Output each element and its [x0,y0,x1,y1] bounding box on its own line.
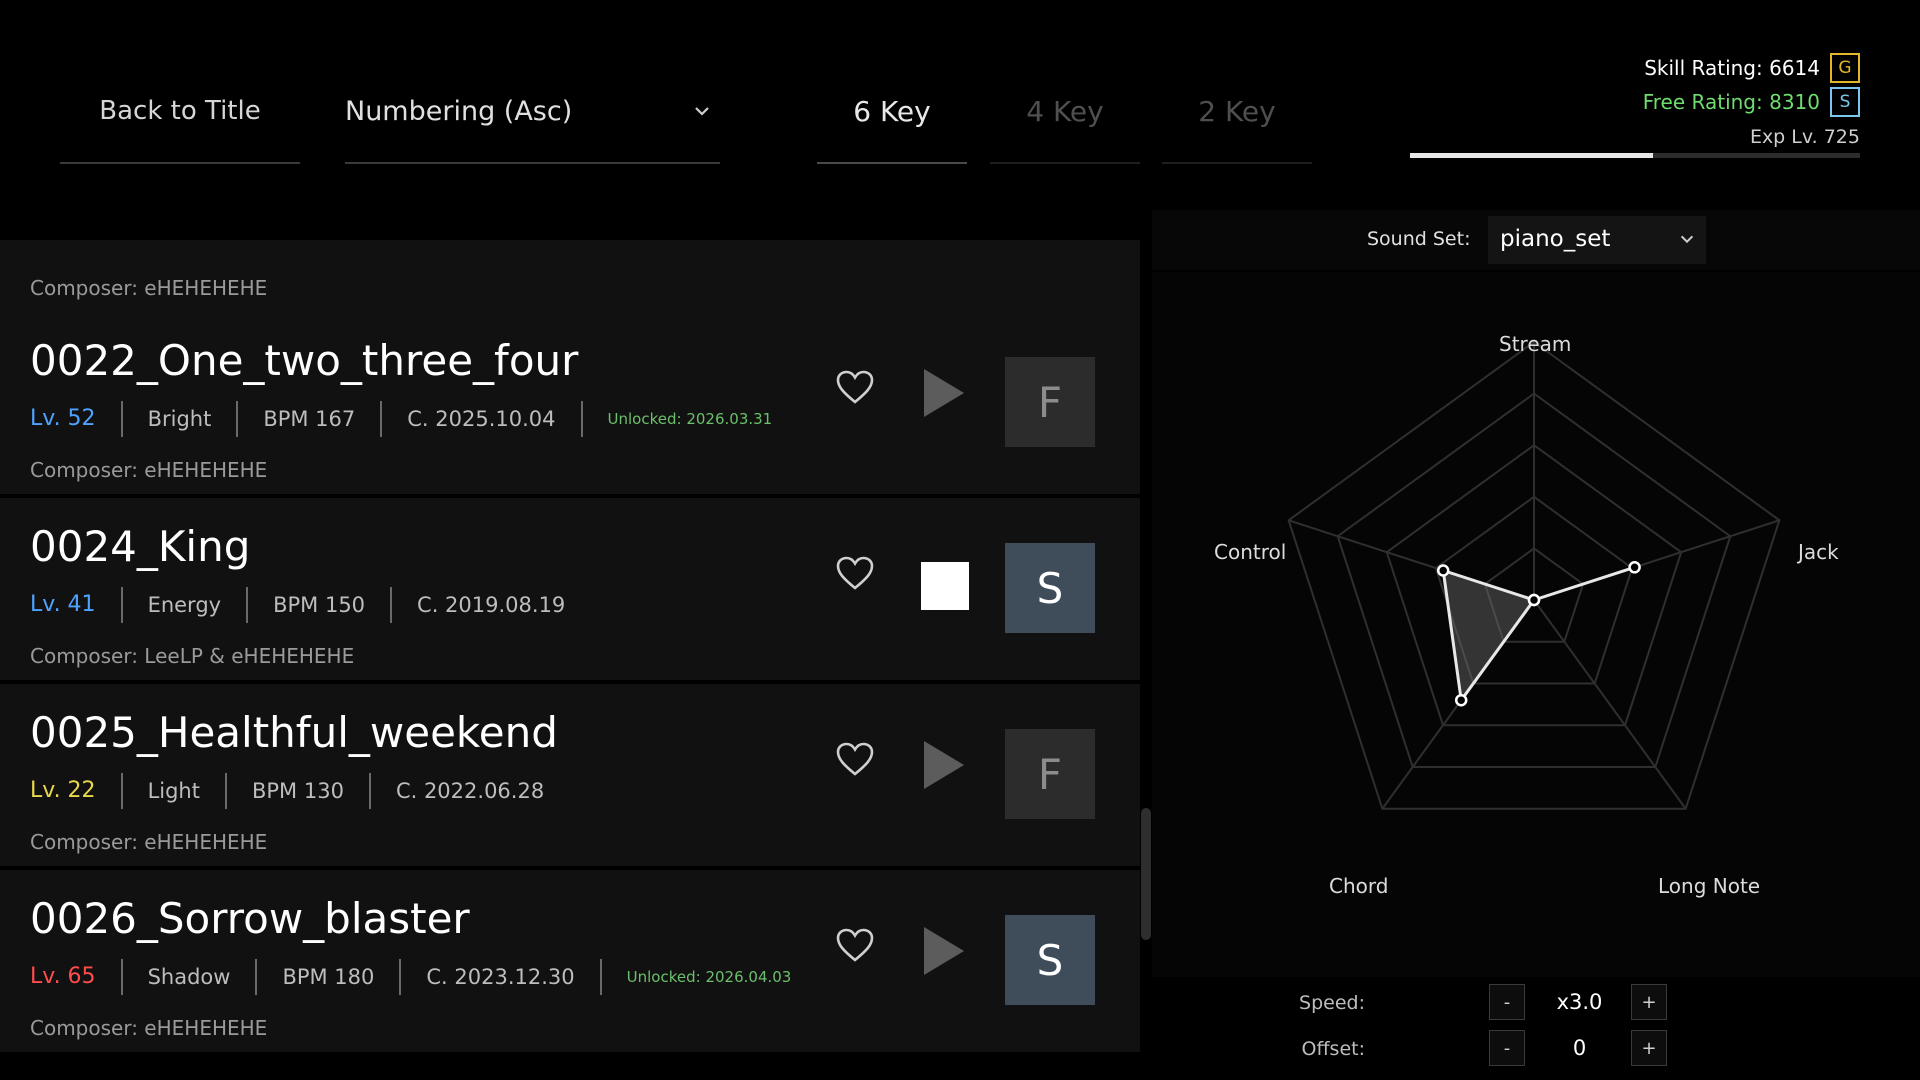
song-bpm: BPM 180 [255,959,399,995]
song-created-date: C. 2019.08.19 [390,587,590,623]
free-rating-badge: S [1830,87,1860,117]
radar-axis-label: Long Note [1658,874,1761,898]
song-created-date: C. 2023.12.30 [399,959,599,995]
skill-rating: Skill Rating: 6614 G [1644,52,1860,84]
speed-decrease-button[interactable]: - [1489,984,1525,1020]
grade-badge: F [1005,729,1095,819]
top-bar: Back to Title Numbering (Asc) 6 Key 4 Ke… [0,0,1920,210]
song-detail-panel: Sound Set: piano_set Stream Jack Long No… [1152,210,1920,1080]
grade-badge: S [1005,915,1095,1005]
song-composer: Composer: eHEHEHEHE [30,830,268,854]
tab-4-key[interactable]: 4 Key [990,60,1140,164]
radar-axis-label: Stream [1499,332,1572,356]
offset-increase-button[interactable]: + [1631,1030,1667,1066]
song-composer: Composer: eHEHEHEHE [30,276,268,300]
heart-icon[interactable] [835,554,875,594]
song-mood: Light [120,773,225,809]
radar-chart-svg [1287,340,1781,810]
song-meta: Lv. 22 Light BPM 130 C. 2022.06.28 [30,772,569,810]
song-unlocked-date: Unlocked: 2026.04.03 [599,959,817,995]
offset-label: Offset: [1301,1038,1366,1060]
song-card[interactable]: 0024_King Lv. 41 Energy BPM 150 C. 2019.… [0,498,1140,680]
song-title: 0026_Sorrow_blaster [30,894,470,943]
ratings-panel: Skill Rating: 6614 G Free Rating: 8310 S… [1408,50,1860,160]
song-unlocked-date: Unlocked: 2026.03.31 [580,401,798,437]
song-mood: Energy [120,587,247,623]
exp-progress-fill [1410,153,1653,158]
song-composer: Composer: LeeLP & eHEHEHEHE [30,644,355,668]
radar-axis-label: Control [1214,540,1287,564]
exp-level: Exp Lv. 725 [1749,126,1860,148]
play-icon[interactable] [920,738,968,792]
song-level: Lv. 41 [30,592,96,617]
back-to-title-button[interactable]: Back to Title [60,60,300,164]
sound-set-value: piano_set [1500,226,1611,252]
song-list-scrollbar[interactable] [1141,808,1151,940]
skill-rating-badge: G [1830,53,1860,83]
song-meta: Lv. 52 Bright BPM 167 C. 2025.10.04 Unlo… [30,400,797,438]
song-mood: Bright [120,401,237,437]
speed-label: Speed: [1299,992,1365,1014]
song-created-date: C. 2022.06.28 [368,773,569,809]
skill-rating-text: Skill Rating: 6614 [1644,56,1820,80]
radar-axis-label: Jack [1798,540,1839,564]
free-rating-text: Free Rating: 8310 [1642,90,1820,114]
free-rating: Free Rating: 8310 S [1643,86,1860,118]
song-bpm: BPM 150 [246,587,390,623]
offset-value: 0 [1572,1036,1587,1060]
song-composer: Composer: eHEHEHEHE [30,1016,268,1040]
song-level: Lv. 65 [30,964,96,989]
tab-2-key[interactable]: 2 Key [1162,60,1312,164]
radar-axis-label: Chord [1329,874,1389,898]
radar-axis-line [1533,599,1687,810]
offset-control: Offset: - 0 + [1152,1028,1920,1072]
radar-value-point [1436,564,1450,577]
song-card[interactable]: 0026_Sorrow_blaster Lv. 65 Shadow BPM 18… [0,870,1140,1052]
speed-control: Speed: - x3.0 + [1152,982,1920,1026]
song-card[interactable]: Composer: eHEHEHEHE [0,240,1140,312]
song-title: 0022_One_two_three_four [30,336,579,385]
heart-icon[interactable] [835,368,875,408]
song-bpm: BPM 167 [236,401,380,437]
song-bpm: BPM 130 [224,773,369,809]
radar-value-point [1628,561,1641,574]
sound-set-label: Sound Set: [1367,228,1471,250]
radar-value-point [1527,593,1541,607]
song-composer: Composer: eHEHEHEHE [30,458,268,482]
tab-6-key[interactable]: 6 Key [817,60,967,164]
grade-badge: F [1005,357,1095,447]
speed-increase-button[interactable]: + [1631,984,1667,1020]
song-title: 0025_Healthful_weekend [30,708,558,757]
heart-icon[interactable] [835,926,875,966]
song-meta: Lv. 41 Energy BPM 150 C. 2019.08.19 [30,586,590,624]
speed-value: x3.0 [1556,990,1603,1014]
sound-set-row: Sound Set: piano_set [1152,210,1920,270]
song-mood: Shadow [120,959,256,995]
radar-chart: Stream Jack Long Note Chord Control [1152,272,1920,977]
play-icon[interactable] [920,366,968,420]
song-level: Lv. 52 [30,406,96,431]
grade-badge: S [1005,543,1095,633]
exp-progress-bar [1410,153,1860,158]
radar-value-point [1454,693,1468,707]
song-card[interactable]: 0022_One_two_three_four Lv. 52 Bright BP… [0,312,1140,494]
sound-set-select[interactable]: piano_set [1488,216,1706,264]
offset-decrease-button[interactable]: - [1489,1030,1525,1066]
sort-selected-value: Numbering (Asc) [345,95,573,127]
song-list[interactable]: Composer: eHEHEHEHE 0022_One_two_three_f… [0,240,1140,1080]
song-card[interactable]: 0025_Healthful_weekend Lv. 22 Light BPM … [0,684,1140,866]
chevron-down-icon [1680,235,1694,244]
sort-select[interactable]: Numbering (Asc) [345,60,720,164]
song-level: Lv. 22 [30,778,96,803]
stop-icon[interactable] [921,562,969,610]
song-title: 0024_King [30,522,251,571]
radar-value-shape [1441,565,1636,705]
play-icon[interactable] [920,924,968,978]
song-created-date: C. 2025.10.04 [380,401,580,437]
song-meta: Lv. 65 Shadow BPM 180 C. 2023.12.30 Unlo… [30,958,816,996]
chevron-down-icon [695,107,709,116]
heart-icon[interactable] [835,740,875,780]
